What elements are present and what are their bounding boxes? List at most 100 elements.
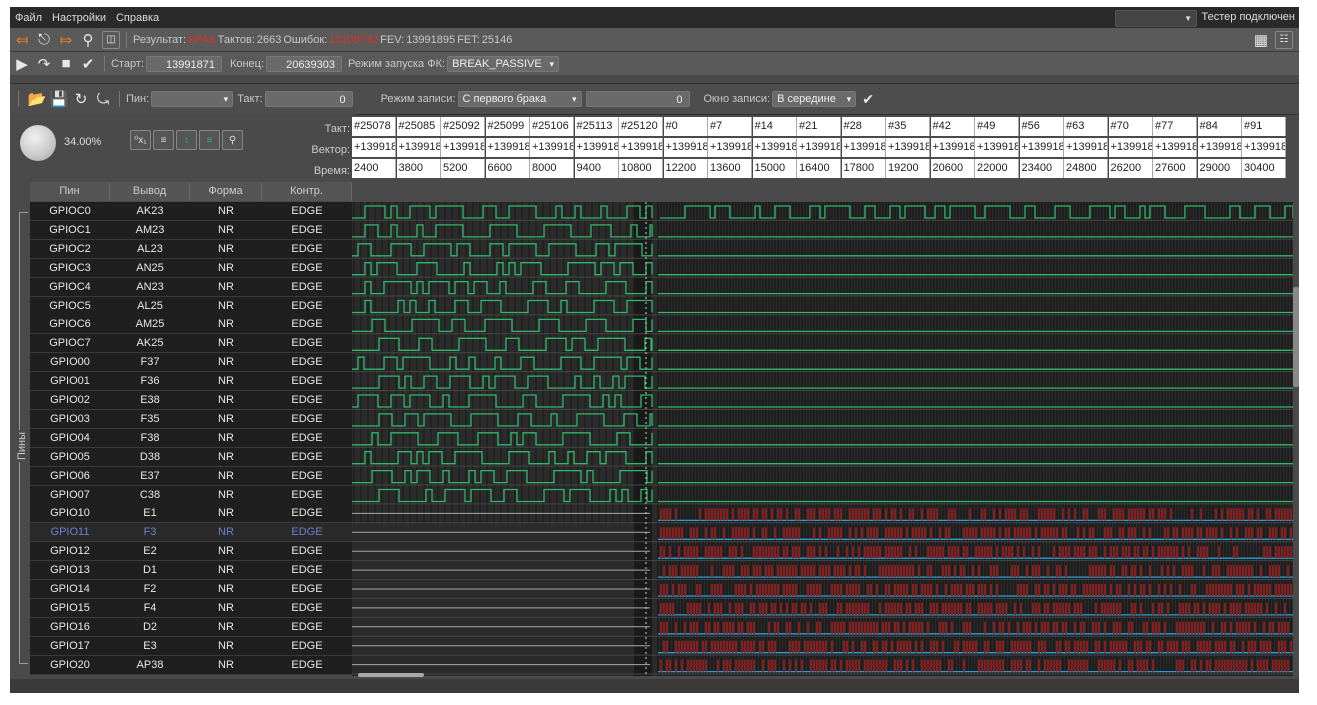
error-mark	[921, 640, 923, 653]
search-icon[interactable]: ⚲	[78, 30, 98, 50]
table-icon[interactable]: ▦	[1251, 30, 1271, 50]
pin-config-icon[interactable]: ⎋	[34, 30, 54, 50]
end-input[interactable]: 20639303	[266, 55, 343, 72]
error-mark	[1035, 527, 1037, 540]
table-row[interactable]: GPIO15 F4 NR EDGE	[30, 598, 352, 618]
error-mark	[1275, 602, 1277, 615]
table-row[interactable]: GPIO10 E1 NR EDGE	[30, 504, 352, 524]
play-icon[interactable]: ▶	[12, 54, 32, 74]
error-mark	[1218, 640, 1220, 653]
hierarchy-icon[interactable]: ☷	[1275, 30, 1293, 49]
error-mark	[684, 584, 686, 596]
table-row[interactable]: GPIO12 E2 NR EDGE	[30, 542, 352, 562]
clock-input[interactable]: 0	[264, 91, 353, 107]
write-count-input[interactable]: 0	[585, 91, 690, 107]
table-row[interactable]: GPIOC4 AN23 NR EDGE	[30, 277, 352, 297]
error-mark	[1050, 659, 1052, 672]
error-mark	[897, 584, 899, 596]
pin-select[interactable]	[151, 91, 234, 107]
table-row[interactable]: GPIOC0 AK23 NR EDGE	[30, 202, 352, 221]
error-mark	[1287, 659, 1289, 672]
error-mark	[1281, 640, 1283, 653]
step-over-icon[interactable]: ↷	[34, 54, 54, 74]
table-row[interactable]: GPIO05 D38 NR EDGE	[30, 447, 352, 467]
menu-settings[interactable]: Настройки	[47, 12, 111, 24]
vertical-scrollbar[interactable]	[1293, 287, 1299, 387]
start-input[interactable]: 13991871	[145, 55, 222, 72]
menu-file[interactable]: Файл	[10, 12, 47, 24]
cell-pin: GPIO14	[50, 583, 90, 595]
table-row[interactable]: GPIOC3 AN25 NR EDGE	[30, 258, 352, 278]
error-mark	[867, 602, 869, 615]
error-mark	[1122, 565, 1124, 578]
error-mark	[1167, 527, 1169, 540]
edge-icon[interactable]: ⤿	[93, 89, 113, 109]
table-row[interactable]: GPIO04 F38 NR EDGE	[30, 428, 352, 448]
stop-icon[interactable]: ■	[56, 54, 76, 74]
error-mark	[810, 659, 812, 672]
table-row[interactable]: GPIO16 D2 NR EDGE	[30, 617, 352, 637]
error-mark	[729, 640, 731, 653]
table-row[interactable]: GPIOC1 AM23 NR EDGE	[30, 220, 352, 240]
load-right-icon[interactable]: ⤇	[56, 30, 76, 50]
horizontal-scrollbar[interactable]	[358, 673, 424, 677]
load-left-icon[interactable]: ⤆	[12, 30, 32, 50]
header-pin[interactable]: Пин	[30, 182, 110, 201]
align-icon[interactable]: ≡	[153, 130, 174, 150]
table-row[interactable]: GPIO11 F3 NR EDGE	[30, 523, 352, 543]
error-mark	[1170, 508, 1172, 521]
table-row[interactable]: GPIO06 E37 NR EDGE	[30, 466, 352, 486]
refresh-icon[interactable]: ↻	[71, 89, 91, 109]
error-mark	[1260, 640, 1262, 653]
table-row[interactable]: GPIO00 F37 NR EDGE	[30, 353, 352, 373]
confirm-circle-icon[interactable]: ✔	[858, 89, 878, 109]
table-row[interactable]: GPIO13 D1 NR EDGE	[30, 561, 352, 581]
table-row[interactable]: GPIO20 AP38 NR EDGE	[30, 655, 352, 675]
save-icon[interactable]: 💾	[49, 89, 69, 109]
window-select[interactable]: В середине	[772, 91, 857, 107]
header-output[interactable]: Вывод	[110, 182, 190, 201]
error-mark	[1119, 527, 1121, 540]
folder-open-icon[interactable]: 📂	[27, 89, 47, 109]
table-row[interactable]: GPIOC5 AL25 NR EDGE	[30, 296, 352, 316]
table-row[interactable]: GPIO01 F36 NR EDGE	[30, 372, 352, 392]
table-row[interactable]: GPIOC2 AL23 NR EDGE	[30, 239, 352, 259]
error-mark	[1056, 621, 1058, 634]
error-mark	[1278, 565, 1280, 578]
table-row[interactable]: GPIO17 E3 NR EDGE	[30, 636, 352, 656]
write-mode-select[interactable]: С первого брака	[457, 91, 582, 107]
error-mark	[1284, 602, 1286, 615]
zoom-knob[interactable]	[20, 125, 56, 161]
error-mark	[1230, 565, 1232, 578]
table-row[interactable]: GPIO14 F2 NR EDGE	[30, 580, 352, 599]
error-mark	[1212, 602, 1214, 615]
tester-select[interactable]: ▼	[1115, 10, 1197, 27]
table-row[interactable]: GPIOC7 AK25 NR EDGE	[30, 334, 352, 354]
layout-icon[interactable]: ◫	[102, 30, 120, 49]
table-row[interactable]: GPIOC6 AM25 NR EDGE	[30, 315, 352, 335]
error-mark	[744, 584, 746, 596]
vertical-resize-icon[interactable]: ↕	[176, 130, 197, 150]
header-form[interactable]: Форма	[190, 182, 262, 201]
vector-cell-time: 23400	[1019, 159, 1064, 178]
error-mark	[822, 659, 824, 672]
header-control[interactable]: Контр.	[262, 182, 352, 201]
stack-icon[interactable]: ≡	[199, 130, 220, 150]
table-row[interactable]: GPIO02 E38 NR EDGE	[30, 391, 352, 410]
offset-icon[interactable]: ⁰x₁	[130, 130, 151, 150]
waveform-view[interactable]	[352, 202, 1293, 676]
check-circle-icon[interactable]: ✔	[78, 54, 98, 74]
error-mark	[669, 527, 671, 540]
error-mark	[1116, 546, 1118, 559]
error-mark	[1161, 546, 1163, 559]
run-mode-select[interactable]: BREAK_PASSIVE	[447, 55, 560, 72]
error-mark	[957, 640, 959, 653]
menu-help[interactable]: Справка	[111, 12, 164, 24]
error-mark	[1083, 546, 1085, 559]
error-mark	[660, 659, 662, 672]
pin-group[interactable]: Пины	[12, 202, 29, 676]
table-row[interactable]: GPIO03 F35 NR EDGE	[30, 409, 352, 429]
error-mark	[1059, 546, 1061, 559]
table-row[interactable]: GPIO07 C38 NR EDGE	[30, 485, 352, 505]
fit-icon[interactable]: ⚲	[222, 130, 243, 150]
